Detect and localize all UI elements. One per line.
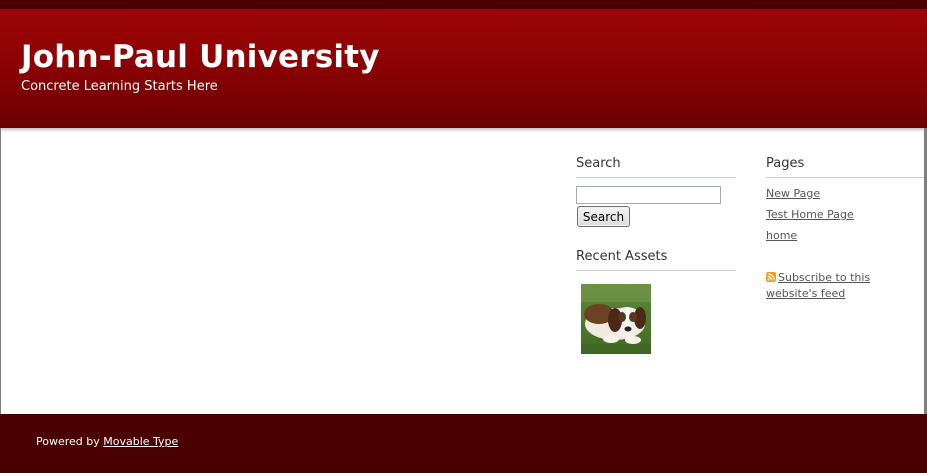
footer-powered-by: Powered by (36, 435, 100, 448)
site-header: John-Paul University Concrete Learning S… (0, 9, 927, 128)
search-button[interactable]: Search (577, 206, 630, 227)
page-link-new-page[interactable]: New Page (766, 187, 820, 201)
subscribe-feed-link[interactable]: Subscribe to this website's feed (766, 271, 870, 300)
page-link-home[interactable]: home (766, 229, 797, 243)
top-strip (0, 0, 927, 9)
site-description: Concrete Learning Starts Here (21, 79, 218, 94)
recent-assets-title: Recent Assets (576, 249, 736, 271)
page-link-test-home-page[interactable]: Test Home Page (766, 208, 854, 222)
site-title[interactable]: John-Paul University (21, 39, 380, 75)
pages-widget-title: Pages (766, 156, 924, 178)
search-widget-title: Search (576, 156, 736, 178)
site-footer: Powered by Movable Type (0, 414, 927, 473)
page: John-Paul University Concrete Learning S… (0, 0, 927, 473)
footer-credit: Powered by Movable Type (36, 435, 178, 449)
search-input[interactable] (576, 186, 721, 204)
rss-feed-icon (766, 272, 776, 282)
feed-subscribe: Subscribe to this website's feed (766, 270, 921, 302)
puppy-thumbnail-image[interactable] (581, 284, 651, 354)
movable-type-link[interactable]: Movable Type (103, 435, 178, 448)
page-left-border (0, 128, 1, 414)
puppy-image-icon (581, 284, 651, 354)
